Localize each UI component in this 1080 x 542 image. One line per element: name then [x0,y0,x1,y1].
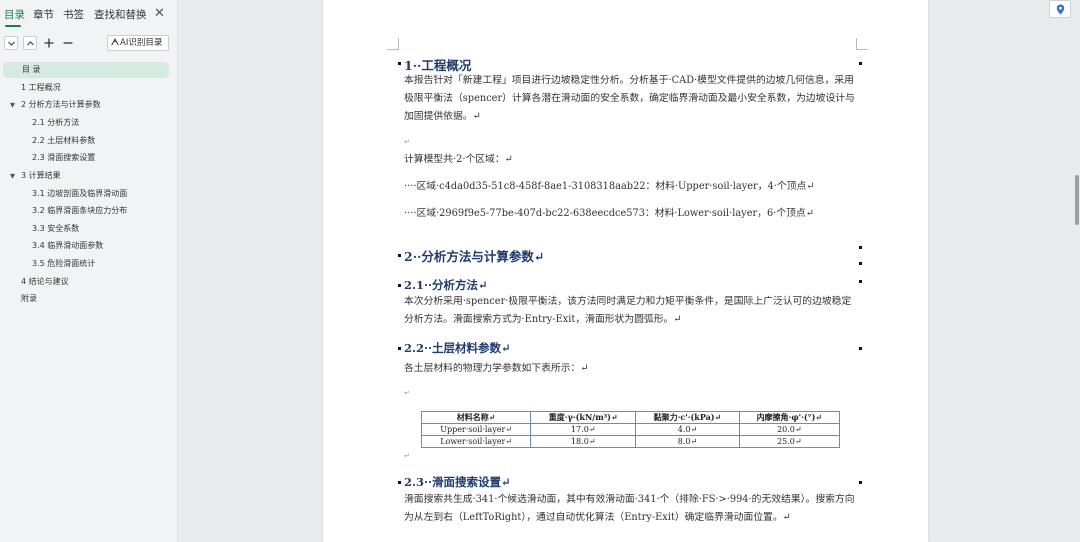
paragraph-mark: ↵ [404,389,410,397]
tab-find-replace[interactable]: 查找和替换 [94,7,147,22]
region-1-line: ····区域·c4da0d35-51c8-458f-8ae1-3108318aa… [404,181,815,192]
chevron-up-icon [27,41,34,46]
plus-icon [44,38,54,48]
section-1-paragraph: 本报告针对「新建工程」项目进行边坡稳定性分析。分析基于·CAD·模型文件提供的边… [404,75,855,122]
toc-item-3-2[interactable]: 3.2 临界滑面条块应力分布 [32,203,127,219]
minus-icon [63,42,73,44]
table-header-cell[interactable]: 材料名称↵ [420,411,532,424]
material-parameters-table[interactable]: 材料名称↵ 重度·γ·(kN/m³)↵ 黏聚力·c'·(kPa)↵ 内摩擦角·φ… [420,411,841,448]
format-mark [859,246,862,249]
table-header-cell[interactable]: 内摩擦角·φ'·(°)↵ [738,411,841,424]
ai-icon: ᗅ [111,38,119,48]
location-pin-icon [1056,4,1065,15]
section-2-3-paragraph: 滑面搜索共生成·341·个候选滑动面，其中有效滑动面·341·个（排除·FS·>… [404,494,855,523]
toc-item-contents[interactable]: 目 录 [3,62,169,78]
expand-caret-icon[interactable]: ▼ [10,168,18,184]
toc-item-3[interactable]: ▼ 3 计算结果 [10,168,61,184]
format-mark [859,280,862,283]
format-mark [398,284,401,287]
format-mark [398,481,401,484]
ai-button-label: AI识别目录 [120,38,163,48]
section-2-1-heading: 2.1··分析方法↵ [404,278,488,292]
vertical-scrollbar[interactable] [1075,175,1079,225]
format-mark [398,254,401,257]
remove-heading-button[interactable] [61,36,75,50]
format-mark [859,347,862,350]
paragraph-mark: ↵ [404,138,410,146]
close-icon[interactable]: ✕ [154,7,165,21]
margin-corner-mark [856,38,868,50]
section-2-2-paragraph: 各土层材料的物理力学参数如下表所示：↵ [404,363,589,374]
document-workspace[interactable]: 1··工程概况 本报告针对「新建工程」项目进行边坡稳定性分析。分析基于·CAD·… [178,0,1080,542]
tab-bookmarks[interactable]: 书签 [63,7,84,22]
format-mark [859,62,862,65]
wps-writer-window: 目录 章节 书签 查找和替换 ✕ ᗅAI识别目录 目 录 1 工程概况 ▼ 2 分… [0,0,1080,542]
toc-item-3-4[interactable]: 3.4 临界滑动面参数 [32,238,103,254]
toc-item-2-2[interactable]: 2.2 土层材料参数 [32,133,95,149]
toc-item-2-1[interactable]: 2.1 分析方法 [32,115,79,131]
table-cell[interactable]: Upper·soil·layer↵ [420,423,532,436]
table-cell[interactable]: 20.0↵ [738,423,841,436]
toc-item-3-1[interactable]: 3.1 边坡剖面及临界滑动面 [32,186,127,202]
section-2-2-heading: 2.2··土层材料参数↵ [404,341,511,355]
toc-item-2[interactable]: ▼ 2 分析方法与计算参数 [10,97,101,113]
toc-item-1[interactable]: 1 工程概况 [21,80,61,96]
document-page[interactable]: 1··工程概况 本报告针对「新建工程」项目进行边坡稳定性分析。分析基于·CAD·… [323,0,928,542]
add-heading-button[interactable] [42,36,56,50]
format-mark [398,62,401,65]
toc-item-appendix[interactable]: 附录 [21,291,37,307]
table-header-row: 材料名称↵ 重度·γ·(kN/m³)↵ 黏聚力·c'·(kPa)↵ 内摩擦角·φ… [420,411,841,424]
expand-caret-icon[interactable]: ▼ [10,97,18,113]
table-header-cell[interactable]: 重度·γ·(kN/m³)↵ [530,411,637,424]
table-cell[interactable]: Lower·soil·layer↵ [420,435,532,448]
model-regions-line: 计算模型共·2·个区域：↵ [404,154,513,165]
table-cell[interactable]: 4.0↵ [635,423,740,436]
margin-corner-mark [387,38,399,50]
toc-item-4[interactable]: 4 结论与建议 [21,274,69,290]
ai-recognize-toc-button[interactable]: ᗅAI识别目录 [107,35,169,51]
table-row: Lower·soil·layer↵ 18.0↵ 8.0↵ 25.0↵ [420,435,841,448]
format-mark [859,481,862,484]
table-row: Upper·soil·layer↵ 17.0↵ 4.0↵ 20.0↵ [420,423,841,436]
locate-button[interactable] [1049,0,1071,18]
nav-tabs: 目录 章节 书签 查找和替换 ✕ [0,4,178,27]
format-mark [859,262,862,265]
toc-item-3-3[interactable]: 3.3 安全系数 [32,221,79,237]
toc-item-2-3[interactable]: 2.3 滑面搜索设置 [32,150,95,166]
active-tab-indicator [5,25,21,27]
section-2-heading: 2··分析方法与计算参数↵ [404,249,545,264]
expand-all-button[interactable] [23,36,37,50]
section-2-3-heading: 2.3··滑面搜索设置↵ [404,475,511,489]
tab-chapters[interactable]: 章节 [33,7,54,22]
region-2-line: ····区域·2969f9e5-77be-407d-bc22-638eecdce… [404,208,814,219]
paragraph-mark: ↵ [404,452,410,460]
table-header-cell[interactable]: 黏聚力·c'·(kPa)↵ [635,411,740,424]
format-mark [398,347,401,350]
table-cell[interactable]: 25.0↵ [738,435,841,448]
chevron-down-icon [8,41,15,46]
collapse-all-button[interactable] [4,36,18,50]
section-2-1-paragraph: 本次分析采用·spencer·极限平衡法，该方法同时满足力和力矩平衡条件，是国际… [404,296,852,325]
navigation-pane: 目录 章节 书签 查找和替换 ✕ ᗅAI识别目录 目 录 1 工程概况 ▼ 2 分… [0,0,178,542]
table-cell[interactable]: 17.0↵ [530,423,637,436]
toc-item-3-5[interactable]: 3.5 危险滑面统计 [32,256,95,272]
table-cell[interactable]: 18.0↵ [530,435,637,448]
table-cell[interactable]: 8.0↵ [635,435,740,448]
tab-toc[interactable]: 目录 [4,7,25,22]
